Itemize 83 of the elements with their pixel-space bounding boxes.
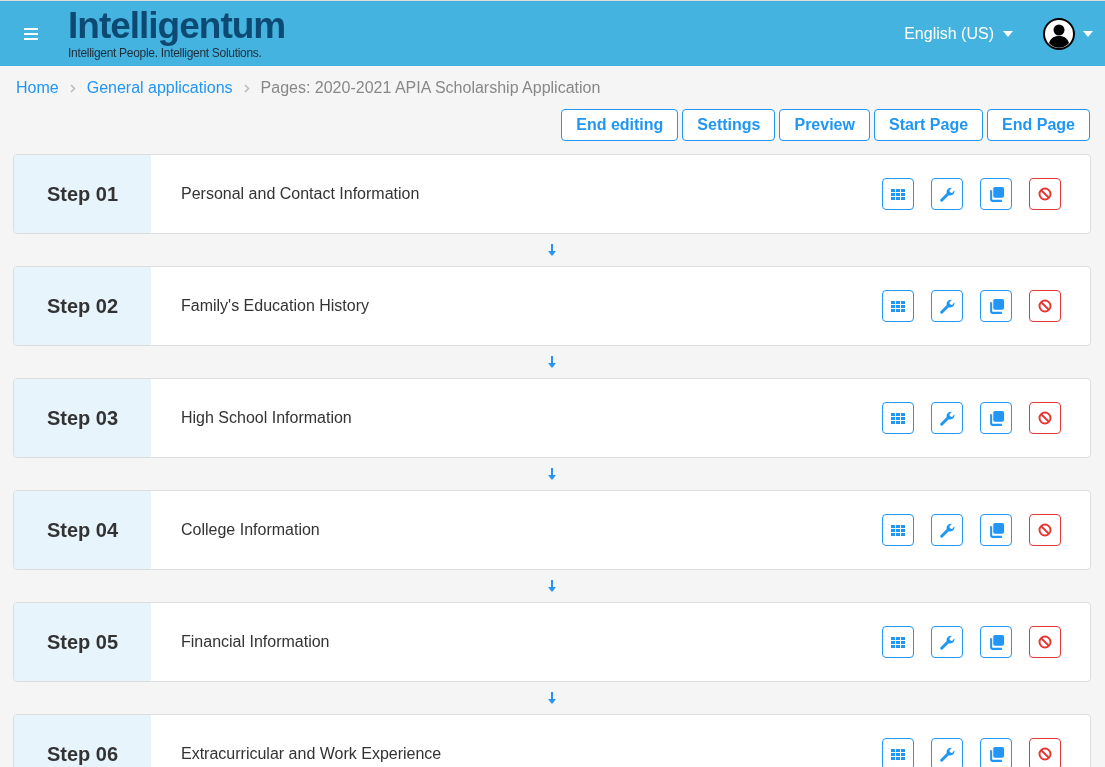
breadcrumb-link[interactable]: Home: [16, 79, 59, 97]
copy-icon: [988, 746, 1004, 762]
copy-button[interactable]: [980, 514, 1012, 546]
wrench-icon: [939, 410, 955, 426]
wrench-icon: [939, 186, 955, 202]
toolbar-button[interactable]: Preview: [779, 109, 870, 141]
prohibited-icon: [1038, 635, 1052, 649]
prohibited-icon: [1038, 523, 1052, 537]
avatar-icon: [1043, 17, 1075, 50]
step-number: Step 05: [14, 603, 151, 681]
breadcrumb-link[interactable]: General applications: [86, 79, 233, 97]
step-number: Step 06: [14, 715, 151, 767]
disable-button[interactable]: [1029, 738, 1061, 767]
breadcrumb-current: Pages: 2020-2021 APIA Scholarship Application: [260, 79, 601, 97]
caret-icon: [1003, 30, 1013, 37]
copy-icon: [988, 634, 1004, 650]
copy-icon: [988, 298, 1004, 314]
grid-button[interactable]: [882, 290, 914, 322]
user-menu-button[interactable]: [1043, 17, 1093, 50]
step-number: Step 04: [14, 491, 151, 569]
down-arrow-icon: [548, 356, 556, 368]
step-title: Personal and Contact Information: [180, 185, 421, 203]
step-title: Extracurricular and Work Experience: [180, 745, 443, 763]
settings-button[interactable]: [931, 290, 963, 322]
wrench-icon: [939, 522, 955, 538]
down-arrow-icon: [548, 580, 556, 592]
toolbar-button[interactable]: Settings: [682, 109, 776, 141]
settings-button[interactable]: [931, 626, 963, 658]
down-arrow-icon: [548, 468, 556, 480]
settings-button[interactable]: [931, 514, 963, 546]
step-title: College Information: [180, 521, 321, 539]
settings-button[interactable]: [931, 402, 963, 434]
wrench-icon: [939, 298, 955, 314]
prohibited-icon: [1038, 411, 1052, 425]
grid-icon: [891, 300, 905, 312]
grid-icon: [891, 636, 905, 648]
copy-button[interactable]: [980, 402, 1012, 434]
copy-icon: [988, 522, 1004, 538]
prohibited-icon: [1038, 187, 1052, 201]
disable-button[interactable]: [1029, 626, 1061, 658]
caret-icon: [1083, 30, 1093, 37]
grid-button[interactable]: [882, 738, 914, 767]
prohibited-icon: [1038, 299, 1052, 313]
menu-icon: [24, 27, 38, 40]
grid-icon: [891, 748, 905, 760]
language-dropdown[interactable]: English (US): [898, 23, 1019, 44]
grid-icon: [891, 412, 905, 424]
step-number: Step 02: [14, 267, 151, 345]
wrench-icon: [939, 634, 955, 650]
disable-button[interactable]: [1029, 514, 1061, 546]
down-arrow-icon: [548, 692, 556, 704]
copy-button[interactable]: [980, 626, 1012, 658]
grid-button[interactable]: [882, 178, 914, 210]
copy-icon: [988, 410, 1004, 426]
logo-tagline: Intelligent People. Intelligent Solutions.: [68, 45, 262, 60]
chevron-icon: [69, 83, 76, 93]
toolbar-button[interactable]: Start Page: [873, 109, 984, 141]
settings-button[interactable]: [931, 178, 963, 210]
step-title: Financial Information: [180, 633, 331, 651]
disable-button[interactable]: [1029, 290, 1061, 322]
copy-button[interactable]: [980, 178, 1012, 210]
step-title: Family's Education History: [180, 297, 370, 315]
wrench-icon: [939, 746, 955, 762]
step-number: Step 03: [14, 379, 151, 457]
grid-icon: [891, 188, 905, 200]
step-title: High School Information: [180, 409, 353, 427]
grid-button[interactable]: [882, 514, 914, 546]
prohibited-icon: [1038, 747, 1052, 761]
copy-button[interactable]: [980, 290, 1012, 322]
disable-button[interactable]: [1029, 402, 1061, 434]
logo: Intelligentum: [68, 7, 286, 44]
copy-icon: [988, 186, 1004, 202]
grid-button[interactable]: [882, 626, 914, 658]
step-number: Step 01: [14, 155, 151, 233]
down-arrow-icon: [548, 244, 556, 256]
chevron-icon: [243, 83, 250, 93]
disable-button[interactable]: [1029, 178, 1061, 210]
grid-icon: [891, 524, 905, 536]
toolbar-button[interactable]: End editing: [561, 109, 679, 141]
toolbar-button[interactable]: End Page: [987, 109, 1090, 141]
grid-button[interactable]: [882, 402, 914, 434]
copy-button[interactable]: [980, 738, 1012, 767]
settings-button[interactable]: [931, 738, 963, 767]
